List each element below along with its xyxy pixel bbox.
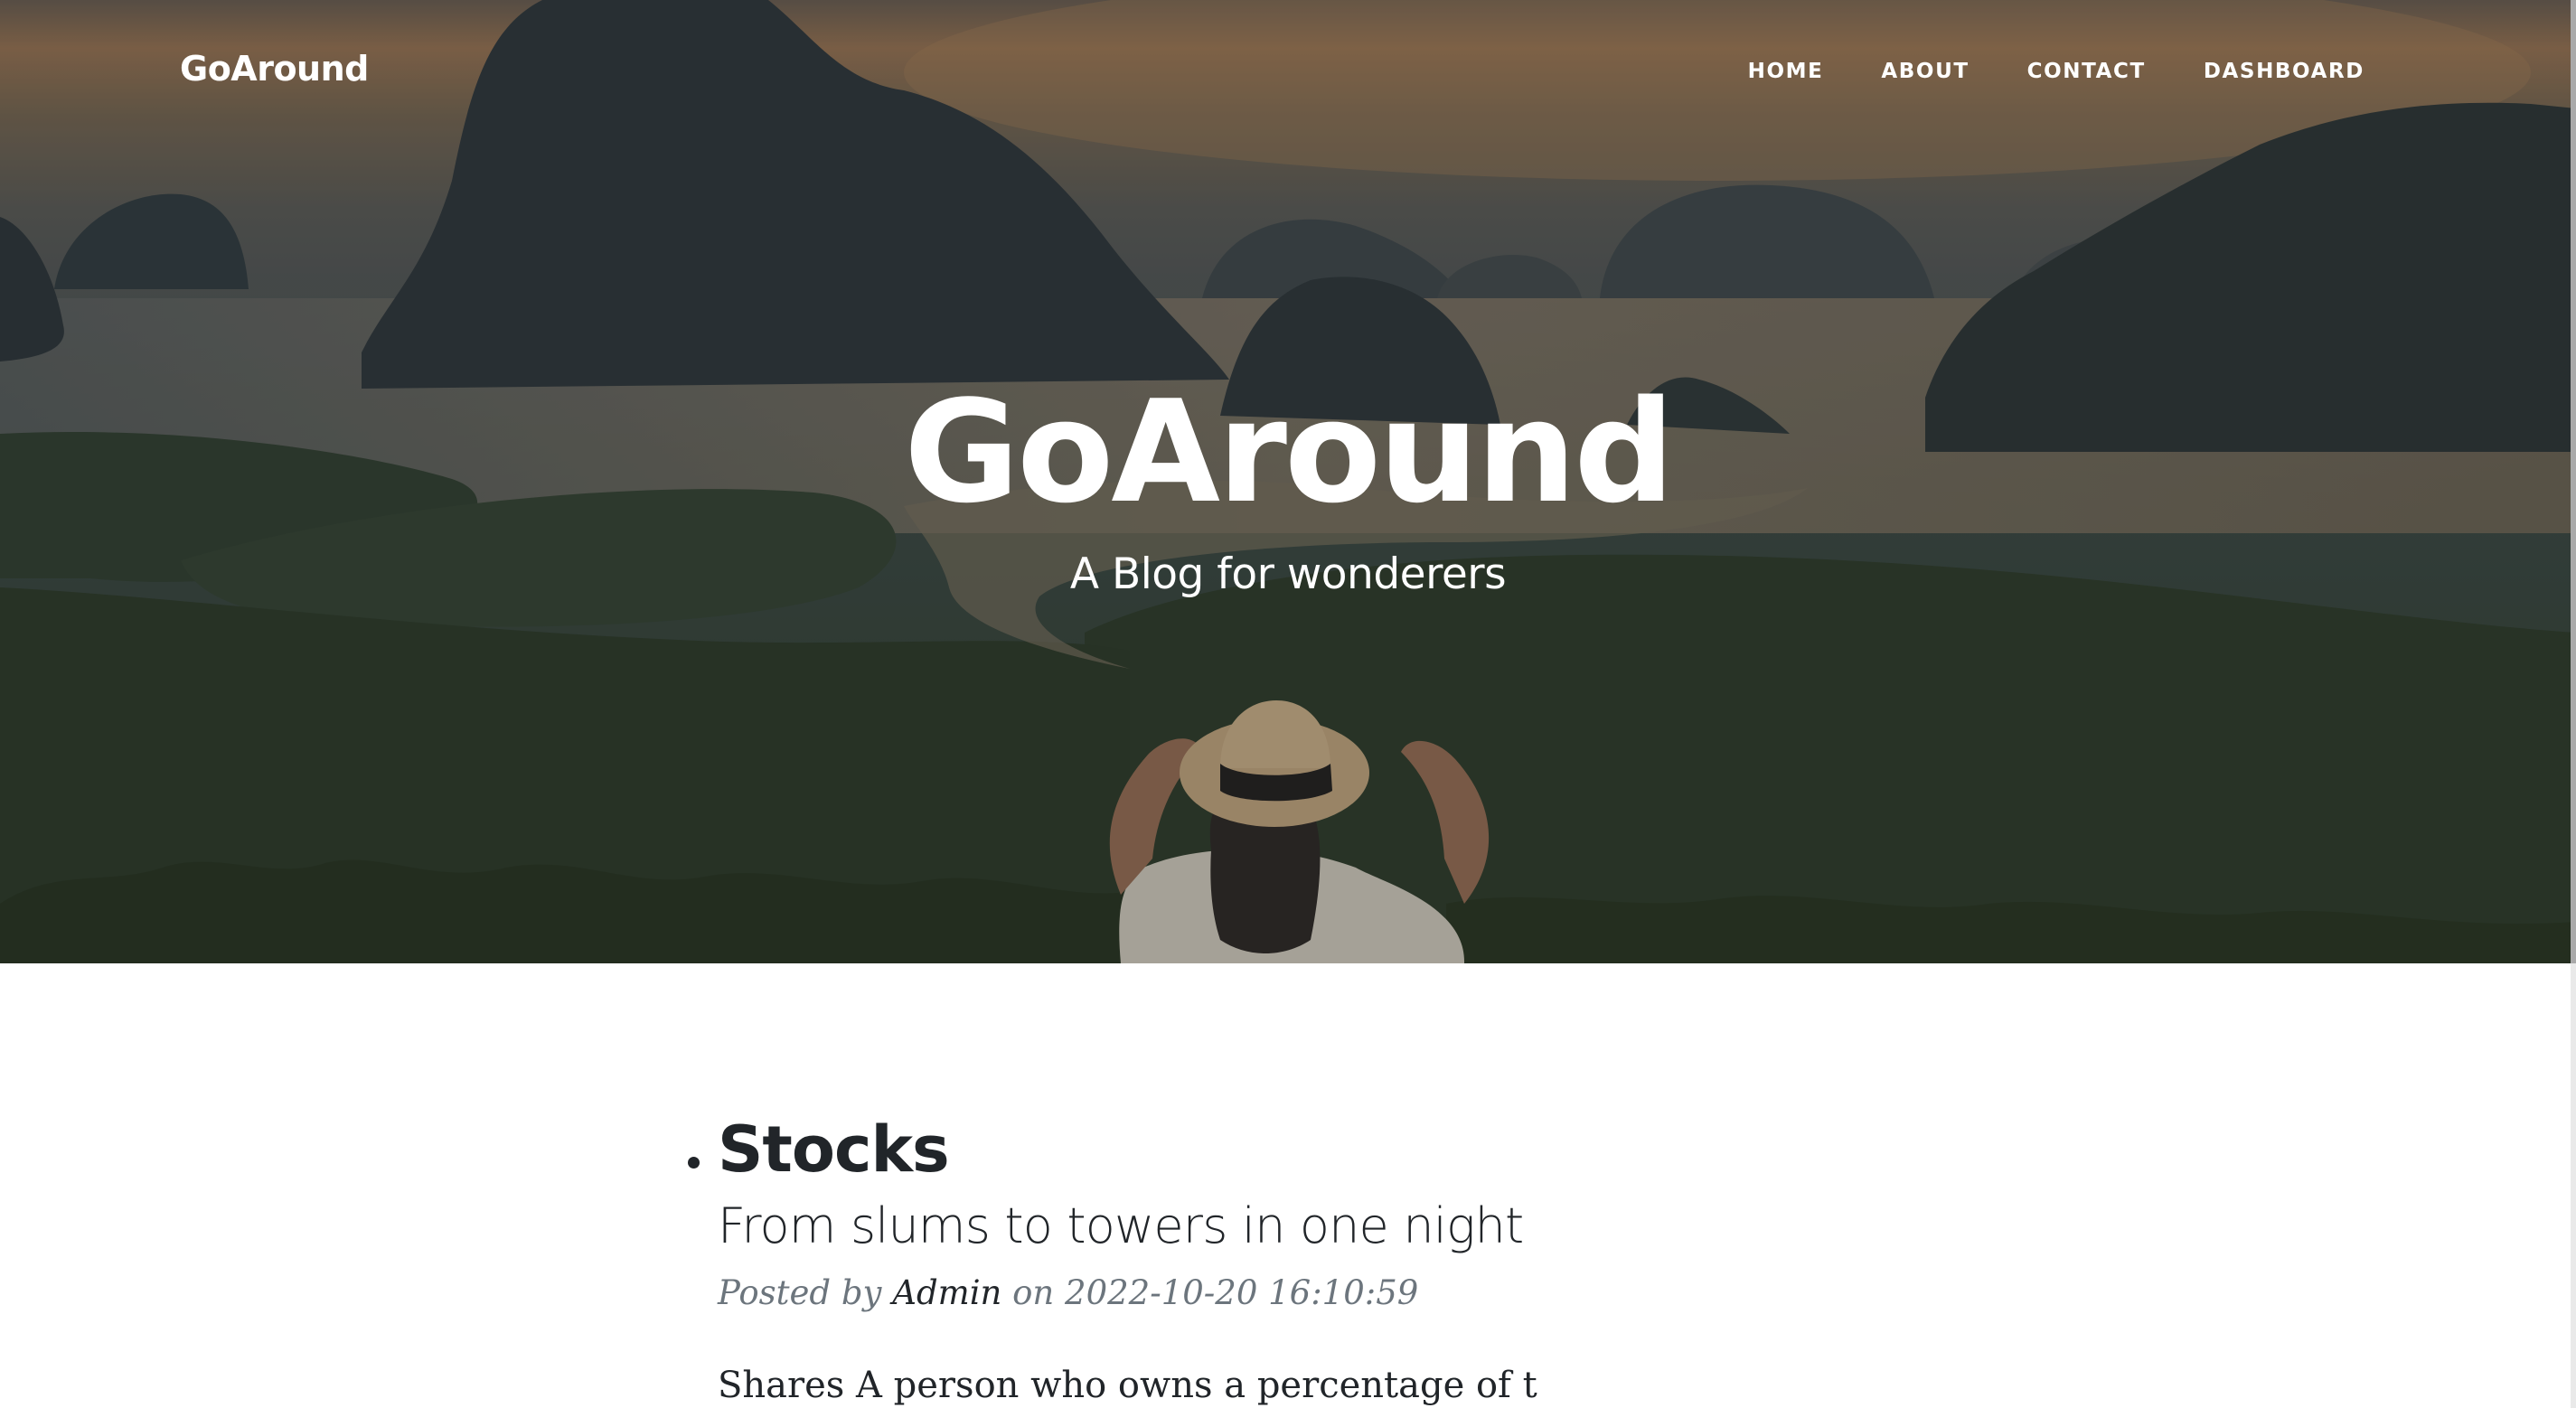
main-content: Stocks From slums to towers in one night…	[0, 963, 2576, 1408]
page: GoAround HOME ABOUT CONTACT DASHBOARD Go…	[0, 0, 2576, 1408]
post-date: 2022-10-20 16:10:59	[1065, 1273, 1419, 1312]
post-author-link[interactable]: Admin	[892, 1273, 1001, 1312]
list-bullet	[688, 1157, 700, 1169]
masthead: GoAround HOME ABOUT CONTACT DASHBOARD Go…	[0, 0, 2576, 963]
nav-link-dashboard[interactable]: DASHBOARD	[2204, 60, 2364, 83]
site-heading: GoAround A Blog for wonderers	[0, 372, 2576, 602]
scrollbar-thumb[interactable]	[2571, 0, 2576, 963]
site-subtitle: A Blog for wonderers	[1069, 549, 1507, 599]
navbar: GoAround HOME ABOUT CONTACT DASHBOARD	[0, 0, 2576, 150]
post-title-link[interactable]: Stocks	[718, 1108, 950, 1191]
nav-links: HOME ABOUT CONTACT DASHBOARD	[1690, 60, 2364, 83]
post-preview: Stocks From slums to towers in one night…	[688, 1108, 1893, 1408]
nav-link-home[interactable]: HOME	[1748, 60, 1824, 83]
post-list: Stocks From slums to towers in one night…	[688, 1108, 1893, 1408]
scrollbar[interactable]	[2571, 0, 2576, 1408]
navbar-brand-link[interactable]: GoAround	[180, 49, 369, 89]
post-meta-prefix: Posted by	[718, 1273, 882, 1312]
nav-link-about[interactable]: ABOUT	[1881, 60, 1969, 83]
site-title: GoAround	[904, 370, 1675, 534]
post-meta: Posted by Admin on 2022-10-20 16:10:59	[718, 1271, 1893, 1316]
post-meta-on: on	[1012, 1273, 1055, 1312]
nav-link-contact[interactable]: CONTACT	[2027, 60, 2146, 83]
post-subtitle[interactable]: From slums to towers in one night	[718, 1197, 1893, 1256]
post-excerpt: Shares A person who owns a percentage of…	[718, 1365, 1537, 1406]
